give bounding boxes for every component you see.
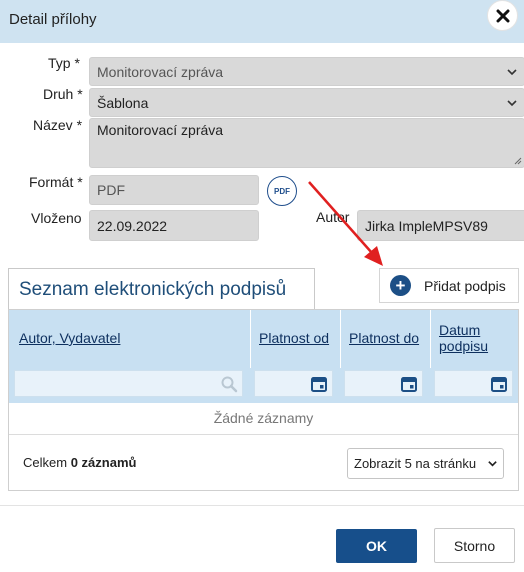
druh-value: Šablona bbox=[97, 94, 149, 111]
format-label: Formát * bbox=[29, 174, 83, 190]
tab-signatures[interactable]: Seznam elektronických podpisů bbox=[8, 268, 315, 309]
signatures-grid: Autor, Vydavatel Platnost od Platnost do… bbox=[8, 309, 519, 491]
calendar-icon[interactable] bbox=[310, 375, 328, 393]
vlozeno-value: 22.09.2022 bbox=[97, 217, 168, 234]
close-icon bbox=[496, 9, 509, 22]
dialog-titlebar: Detail přílohy bbox=[0, 0, 524, 43]
chevron-down-icon bbox=[488, 461, 497, 467]
chevron-down-icon bbox=[507, 99, 517, 106]
footer-divider bbox=[0, 505, 524, 506]
typ-value: Monitorovací zpráva bbox=[97, 63, 224, 80]
plus-icon: + bbox=[390, 275, 411, 296]
dialog-title: Detail přílohy bbox=[9, 11, 97, 28]
pdf-icon-text: PDF bbox=[274, 186, 290, 196]
autor-label: Autor bbox=[316, 209, 350, 225]
format-field: PDF bbox=[89, 175, 259, 205]
nazev-label: Název * bbox=[33, 117, 83, 133]
druh-label: Druh * bbox=[43, 86, 83, 102]
calendar-icon[interactable] bbox=[490, 375, 508, 393]
vlozeno-label: Vloženo bbox=[31, 210, 82, 226]
chevron-down-icon bbox=[507, 68, 517, 75]
typ-select[interactable]: Monitorovací zpráva bbox=[89, 57, 524, 86]
autor-field: Jirka ImpleMPSV89 bbox=[357, 210, 524, 241]
filter-autor-input[interactable] bbox=[14, 370, 243, 397]
empty-message: Žádné záznamy bbox=[9, 403, 518, 435]
nazev-value: Monitorovací zpráva bbox=[97, 122, 224, 138]
total-prefix: Celkem bbox=[23, 455, 68, 470]
page-size-select[interactable]: Zobrazit 5 na stránku bbox=[347, 448, 504, 479]
autor-value: Jirka ImpleMPSV89 bbox=[365, 217, 488, 234]
resize-handle-icon[interactable] bbox=[514, 157, 522, 165]
tab-signatures-label: Seznam elektronických podpisů bbox=[19, 279, 287, 300]
filter-datum-podpisu-input[interactable] bbox=[434, 370, 513, 397]
add-signature-label: Přidat podpis bbox=[424, 277, 506, 294]
calendar-icon[interactable] bbox=[400, 375, 418, 393]
add-signature-button[interactable]: + Přidat podpis bbox=[379, 268, 519, 303]
search-icon bbox=[221, 376, 238, 393]
format-value: PDF bbox=[97, 182, 125, 198]
filter-platnost-od-input[interactable] bbox=[254, 370, 333, 397]
nazev-textarea[interactable]: Monitorovací zpráva bbox=[89, 118, 524, 168]
typ-label: Typ * bbox=[48, 55, 80, 71]
total-count: Celkem 0 záznamů bbox=[23, 455, 136, 470]
grid-header: Autor, Vydavatel Platnost od Platnost do… bbox=[9, 310, 518, 403]
ok-button[interactable]: OK bbox=[336, 529, 417, 563]
vlozeno-field: 22.09.2022 bbox=[89, 210, 259, 241]
druh-select[interactable]: Šablona bbox=[89, 88, 524, 117]
pdf-download-icon[interactable]: PDF bbox=[267, 176, 297, 206]
total-value: 0 záznamů bbox=[70, 455, 137, 470]
filter-platnost-do-input[interactable] bbox=[344, 370, 423, 397]
page-size-value: Zobrazit 5 na stránku bbox=[354, 456, 477, 471]
cancel-button[interactable]: Storno bbox=[434, 528, 515, 563]
close-button[interactable] bbox=[487, 0, 518, 31]
